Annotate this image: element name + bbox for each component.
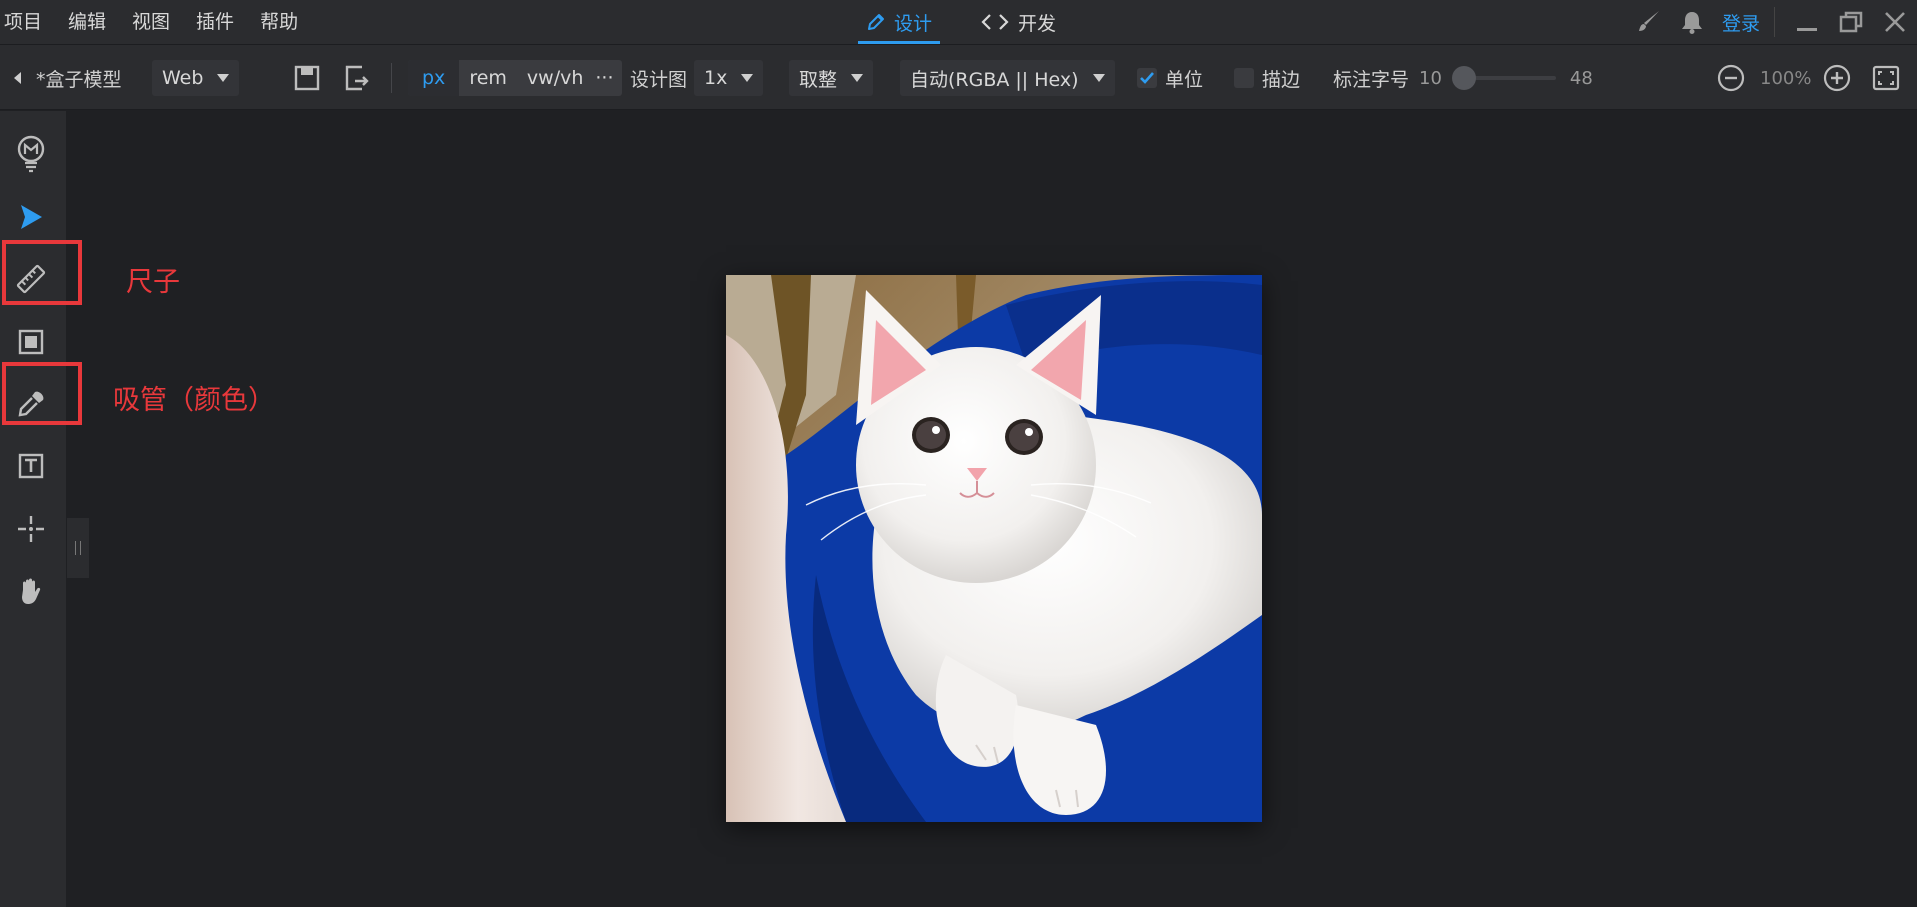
more-units[interactable]: ··· bbox=[593, 60, 621, 96]
close-icon[interactable] bbox=[1873, 0, 1917, 44]
select-icon[interactable] bbox=[0, 186, 62, 248]
minimize-icon[interactable] bbox=[1785, 0, 1829, 44]
font-size-min: 10 bbox=[1419, 67, 1442, 89]
stroke-checkbox-label: 描边 bbox=[1262, 68, 1301, 91]
rounding-value: 取整 bbox=[799, 68, 838, 91]
pencil-icon bbox=[868, 14, 884, 30]
slider-handle[interactable] bbox=[1451, 66, 1476, 90]
menu-edit[interactable]: 编辑 bbox=[62, 0, 112, 44]
zoom-in-icon[interactable] bbox=[1822, 45, 1852, 111]
document-title: *盒子模型 bbox=[36, 68, 122, 91]
cat-photo bbox=[726, 275, 1262, 822]
platform-value: Web bbox=[162, 67, 204, 89]
rail-collapse-handle[interactable] bbox=[67, 518, 89, 578]
unit-switcher: px rem vw/vh ··· bbox=[408, 45, 622, 111]
divider bbox=[1774, 7, 1775, 37]
design-scale-select[interactable]: 1x bbox=[694, 45, 764, 111]
hand-icon[interactable] bbox=[0, 560, 62, 622]
font-size-control: 标注字号 10 48 bbox=[1333, 45, 1593, 111]
zoom-out-icon[interactable] bbox=[1716, 45, 1746, 111]
stroke-checkbox[interactable]: 描边 bbox=[1234, 45, 1300, 111]
eyedropper-highlight-box bbox=[2, 362, 82, 425]
ruler-annotation: 尺子 bbox=[126, 267, 180, 298]
divider bbox=[391, 63, 392, 93]
ruler-highlight-box bbox=[2, 240, 82, 305]
unit-px[interactable]: px bbox=[408, 60, 460, 96]
menu-project[interactable]: 项目 bbox=[0, 0, 48, 44]
window-controls: 登录 bbox=[1626, 0, 1917, 44]
back-title[interactable]: *盒子模型 bbox=[12, 45, 122, 111]
unit-vw-vh[interactable]: vw/vh bbox=[517, 60, 593, 96]
platform-select[interactable]: Web bbox=[152, 45, 240, 111]
checkbox-checked-icon bbox=[1137, 68, 1157, 88]
tab-design-label: 设计 bbox=[894, 12, 933, 35]
caret-down-icon bbox=[741, 74, 754, 82]
tab-develop[interactable]: 开发 bbox=[972, 0, 1064, 44]
color-format-value: 自动(RGBA || Hex) bbox=[910, 68, 1079, 91]
menu-bar: 项目 编辑 视图 插件 帮助 设计 开发 登录 bbox=[0, 0, 1917, 44]
font-size-label: 标注字号 bbox=[1333, 68, 1410, 91]
caret-down-icon bbox=[217, 74, 230, 82]
menu-help[interactable]: 帮助 bbox=[254, 0, 304, 44]
caret-down-icon bbox=[851, 74, 864, 82]
tab-design[interactable]: 设计 bbox=[858, 0, 941, 44]
rounding-select[interactable]: 取整 bbox=[789, 45, 874, 111]
mode-tabs: 设计 开发 bbox=[858, 0, 1096, 44]
crosshair-icon[interactable] bbox=[0, 498, 62, 560]
menu-view[interactable]: 视图 bbox=[126, 0, 176, 44]
caret-down-icon bbox=[1092, 74, 1105, 82]
unit-rem[interactable]: rem bbox=[459, 60, 517, 96]
font-size-slider[interactable] bbox=[1451, 66, 1556, 90]
main-menu: 项目 编辑 视图 插件 帮助 bbox=[0, 0, 318, 44]
artboard-image[interactable] bbox=[726, 275, 1262, 822]
fit-screen-icon[interactable] bbox=[1871, 45, 1901, 111]
unit-checkbox-label: 单位 bbox=[1165, 68, 1204, 91]
text-icon[interactable] bbox=[0, 435, 62, 497]
save-icon[interactable] bbox=[292, 45, 322, 111]
font-size-max: 48 bbox=[1569, 67, 1593, 89]
design-scale-value: 1x bbox=[704, 67, 728, 89]
checkbox-unchecked-icon bbox=[1234, 68, 1254, 88]
code-icon bbox=[981, 14, 1009, 30]
color-format-select[interactable]: 自动(RGBA || Hex) bbox=[900, 45, 1115, 111]
brush-icon[interactable] bbox=[1626, 0, 1670, 44]
login-link[interactable]: 登录 bbox=[1722, 9, 1760, 36]
eyedropper-annotation: 吸管（颜色） bbox=[113, 385, 275, 416]
chevron-left-icon bbox=[14, 72, 21, 84]
export-icon[interactable] bbox=[342, 45, 372, 111]
design-label: 设计图 bbox=[630, 68, 688, 91]
zoom-level: 100% bbox=[1760, 67, 1812, 89]
tab-develop-label: 开发 bbox=[1018, 12, 1057, 35]
bell-icon[interactable] bbox=[1670, 0, 1714, 44]
restore-icon[interactable] bbox=[1829, 0, 1873, 44]
unit-checkbox[interactable]: 单位 bbox=[1137, 45, 1203, 111]
menu-plugins[interactable]: 插件 bbox=[190, 0, 240, 44]
toolbar: *盒子模型 Web px rem vw/vh ··· 设计图 1x 取整 自动(… bbox=[0, 44, 1917, 110]
tool-rail bbox=[0, 111, 66, 907]
logo-icon[interactable] bbox=[0, 123, 62, 185]
